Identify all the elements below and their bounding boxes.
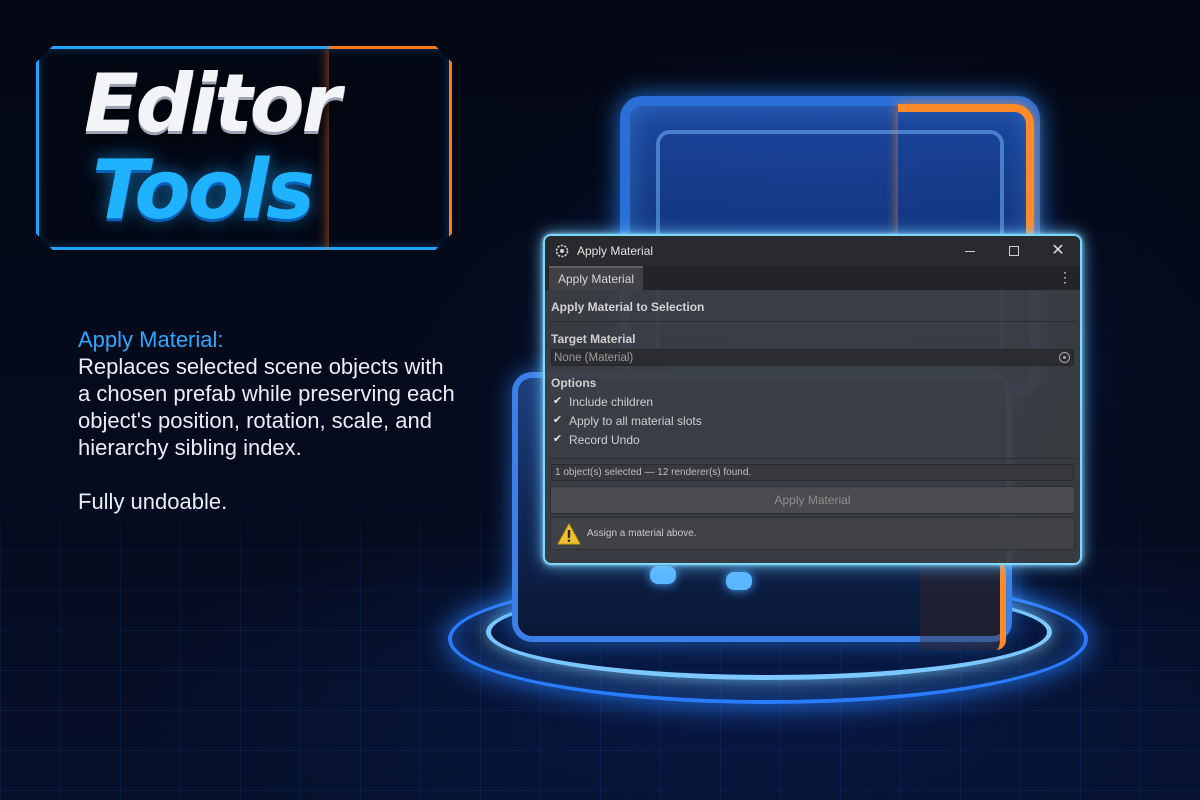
unity-settings-icon [555,244,569,258]
option-label: Record Undo [569,432,640,447]
option-label: Apply to all material slots [569,413,702,428]
maximize-icon [1009,246,1019,256]
checkmark-icon[interactable]: ✔ [552,396,563,407]
option-record-undo[interactable]: ✔ Record Undo [549,430,1076,449]
feature-footer: Fully undoable. [78,489,228,514]
editor-window: Apply Material ✕ Apply Material ⋮ Apply … [543,234,1082,565]
logo-title-editor: Editor [84,57,341,150]
target-material-field[interactable]: None (Material) [551,349,1074,366]
section-header: Apply Material to Selection [549,297,1076,322]
tab-bar: Apply Material ⋮ [545,266,1080,290]
chest-lid-accent [898,104,1034,254]
help-text: Assign a material above. [587,528,697,539]
chest-latch [726,572,752,590]
chest-side-accent [920,560,1006,650]
option-apply-all-slots[interactable]: ✔ Apply to all material slots [549,411,1076,430]
maximize-button[interactable] [992,236,1036,266]
tab-apply-material[interactable]: Apply Material [549,266,644,290]
window-title: Apply Material [577,244,654,258]
logo-title-tools: Tools [92,143,315,238]
options-label: Options [551,376,597,390]
feature-title: Apply Material: [78,327,224,352]
chest-latch [650,566,676,584]
selection-status: 1 object(s) selected — 12 renderer(s) fo… [551,464,1074,481]
close-button[interactable]: ✕ [1036,236,1080,266]
target-material-label: Target Material [551,332,636,346]
warning-icon [557,522,581,544]
feature-body: Replaces selected scene objects with a c… [78,354,455,460]
option-label: Include children [569,394,654,409]
apply-material-button[interactable]: Apply Material [550,486,1075,514]
checkmark-icon[interactable]: ✔ [552,415,563,426]
target-material-value: None (Material) [554,351,634,364]
help-box: Assign a material above. [550,517,1075,550]
title-bar[interactable]: Apply Material ✕ [545,236,1080,266]
checkmark-icon[interactable]: ✔ [552,434,563,445]
minimize-icon [965,250,975,252]
object-picker-icon[interactable] [1059,352,1070,363]
window-content: Apply Material to Selection Target Mater… [545,297,1080,550]
divider [549,458,1076,459]
option-include-children[interactable]: ✔ Include children [549,392,1076,411]
kebab-menu-icon[interactable]: ⋮ [1058,269,1072,285]
close-icon: ✕ [1051,242,1065,259]
minimize-button[interactable] [948,236,992,266]
feature-description: Apply Material: Replaces selected scene … [78,326,458,515]
